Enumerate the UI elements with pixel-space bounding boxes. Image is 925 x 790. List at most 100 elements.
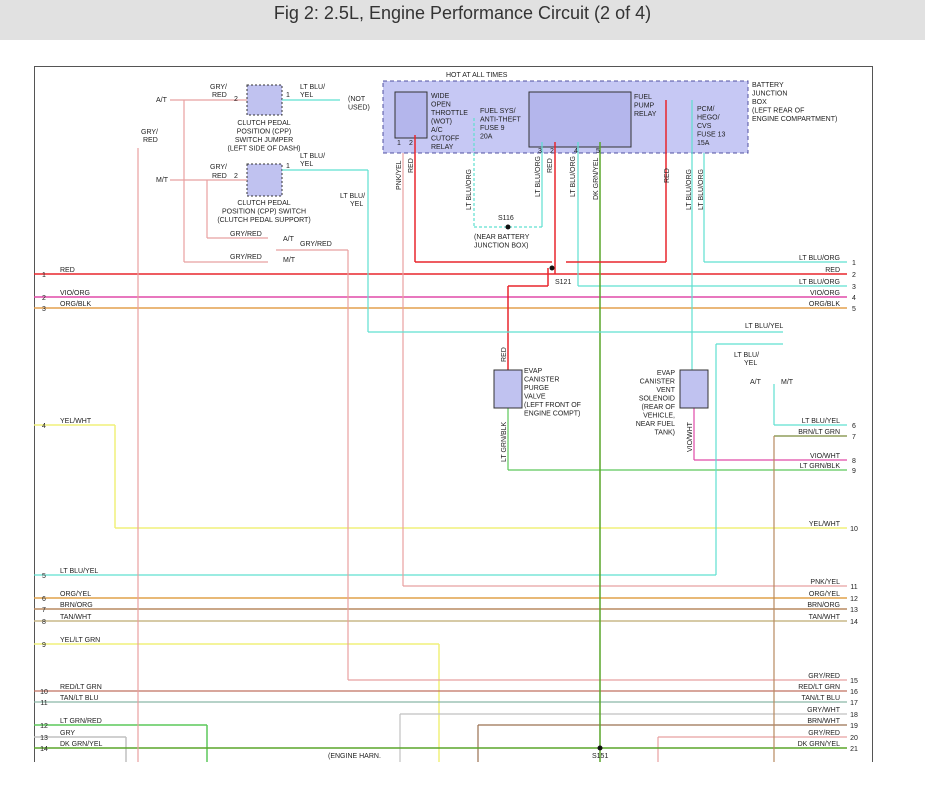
left-wire-number: 6 [42,596,46,603]
left-wire-label: ORG/YEL [60,591,91,598]
right-wire-label: BRN/WHT [807,718,840,725]
s116-note-label: (NEAR BATTERY JUNCTION BOX) [474,234,530,250]
right-wire-label: GRY/RED [808,673,840,680]
cpp-jumper-text-line: CLUTCH PEDAL [237,120,290,127]
gry-red-label: GRY/ [210,164,227,171]
splice-s116 [505,224,511,230]
right-wire-label: YEL/WHT [809,521,841,528]
right-wire-label: RED [825,267,840,274]
fuse-9-text-line: ANTI-THEFT [480,117,522,124]
right-wire-number: 17 [850,700,858,707]
battery-junction-box-text-line: (LEFT REAR OF [752,108,804,115]
right-wire-number: 16 [850,689,858,696]
at-label-right: A/T [750,379,762,386]
battery-junction-box-text-line: BOX [752,99,767,106]
wot-relay-text-line: THROTTLE [431,110,468,117]
right-wire-number: 18 [850,712,858,719]
right-wire-label: VIO/WHT [810,453,841,460]
right-wire-number: 10 [850,526,858,533]
splice-s121 [549,265,555,271]
cpp-switch-text-line: POSITION (CPP) SWITCH [222,209,306,216]
battery-junction-box-text-line: ENGINE COMPARTMENT) [752,116,837,123]
evap-purge-text-line: CANISTER [524,377,559,384]
right-wire-label: RED/LT GRN [798,684,840,691]
right-wire-number: 2 [852,272,856,279]
evap-vent-text-line: NEAR FUEL [636,421,675,428]
left-wire-number: 13 [40,735,48,742]
cpp-jumper-text-line: SWITCH JUMPER [235,137,293,144]
fuse-9-text-line: 20A [480,134,493,141]
vertical-wire-label: RED [664,168,671,183]
cpp-switch [246,163,283,197]
evap-vent-text-line: VEHICLE, [643,413,675,420]
left-wire-number: 7 [42,607,46,614]
evap-purge-text-line: EVAP [524,368,542,375]
left-wire-number: 5 [42,573,46,580]
left-wire-label: LT BLU/YEL [60,568,98,575]
right-wire-label: TAN/WHT [809,614,841,621]
fuse-13-text-line: 15A [697,140,710,147]
mt-label-right: M/T [781,379,794,386]
left-wire-number: 9 [42,642,46,649]
right-wire-label: LT BLU/ORG [799,279,840,286]
evap-purge-valve [493,369,523,409]
vertical-wire-label: RED [547,158,554,173]
right-wire-label: BRN/ORG [807,602,840,609]
lt-blu-yel-right-label: YEL [744,360,757,367]
s116-note-text-line: JUNCTION BOX) [474,243,528,250]
vertical-wire-label: LT BLU/ORG [535,156,542,197]
right-wire-number: 21 [850,746,858,753]
left-wire-number: 12 [40,723,48,730]
cpp-jumper-text-line: (LEFT SIDE OF DASH) [228,146,301,153]
evap-purge-text-line: ENGINE COMPT) [524,411,580,418]
fuse-9-text-line: FUSE 9 [480,125,505,132]
pin-label: 2 [409,140,413,147]
left-wire-label: ORG/BLK [60,301,91,308]
at-label-mid: A/T [283,236,295,243]
hot-at-all-times-label: HOT AT ALL TIMES [446,72,508,79]
right-wire-number: 7 [852,434,856,441]
fuel-pump-relay [528,91,632,148]
right-wire-label: PNK/YEL [810,579,840,586]
pin-label: 1 [286,92,290,99]
evap-purge-text-line: VALVE [524,394,546,401]
left-wire-labels: 1 RED 2 VIO/ORG 3 ORG/BLK 4 YEL/WHT 5 LT BLU/YEL 6… [40,267,102,753]
lt-blu-yel-right-label: LT BLU/ [340,193,365,200]
pin-label: 1 [397,140,401,147]
right-wire-number: 20 [850,735,858,742]
right-wire-label: GRY/WHT [807,707,841,714]
left-wire-label: RED [60,267,75,274]
cpp-switch-jumper [246,84,283,116]
left-wire-number: 1 [42,272,46,279]
left-wire-number: 10 [40,689,48,696]
fuse-13-text-line: CVS [697,123,712,130]
right-wire-label: LT BLU/ORG [799,255,840,262]
vertical-wire-label: LT BLU/ORG [686,169,693,210]
left-wire-label: VIO/ORG [60,290,90,297]
right-wire-label: ORG/BLK [809,301,840,308]
lt-blu-yel-right-label: YEL [350,201,363,208]
wot-relay-text-line: RELAY [431,144,454,151]
vertical-wire-label: LT GRN/BLK [501,421,508,462]
battery-junction-box-text-line: BATTERY [752,82,784,89]
gry-red-left-label: GRY/ [141,129,158,136]
right-wire-number: 8 [852,458,856,465]
gry-red-at-label: GRY/RED [230,231,262,238]
lt-blu-yel-mid-label: LT BLU/YEL [745,323,783,330]
engine-harn-label: (ENGINE HARN. [328,753,381,760]
right-wire-label: LT GRN/BLK [800,463,841,470]
right-wire-label: LT BLU/YEL [802,418,840,425]
left-wire-number: 8 [42,619,46,626]
vertical-wire-label: LT BLU/ORG [466,169,473,210]
battery-junction-box-text-line: JUNCTION [752,91,787,98]
right-wire-number: 4 [852,295,856,302]
lt-blu-yel-right-label: LT BLU/ [734,352,759,359]
pin-label: 1 [286,163,290,170]
left-wire-label: RED/LT GRN [60,684,102,691]
evap-vent-label: EVAP CANISTERVENT SOLENOID(REAR OF VEHICLE,… [636,370,676,437]
fuse-13-text-line: FUSE 13 [697,132,726,139]
splice-s151 [597,745,603,751]
evap-vent-solenoid [679,369,709,409]
mt-label-top: M/T [156,177,169,184]
battery-junction-box-label: BATTERY JUNCTIONBOX (LEFT REAR OFENGINE CO… [752,82,837,123]
